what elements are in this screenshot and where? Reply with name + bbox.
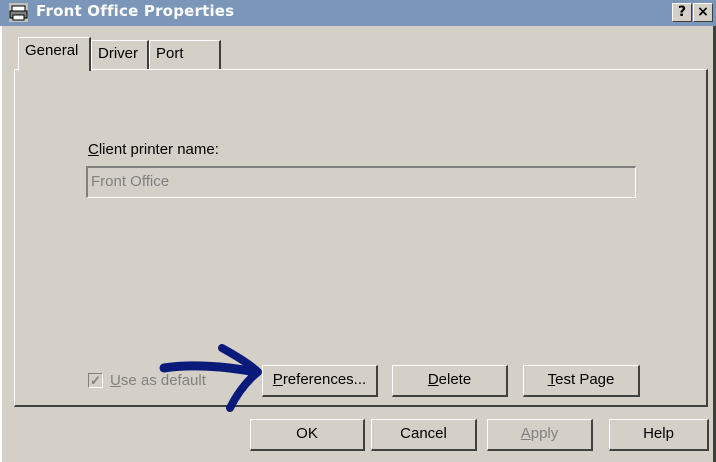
delete-button[interactable]: Delete: [392, 365, 508, 397]
printer-icon: [9, 3, 28, 22]
tab-driver[interactable]: Driver: [91, 40, 149, 69]
tab-port-label: Port: [156, 45, 184, 62]
test-page-button[interactable]: Test Page: [523, 365, 640, 397]
client-printer-name-label: Client printer name:: [88, 141, 219, 158]
annotation-arrow-icon: [159, 344, 262, 412]
apply-rest: pply: [530, 425, 559, 442]
tab-port[interactable]: Port: [149, 40, 221, 69]
tab-general-label: General: [25, 42, 79, 59]
preferences-button[interactable]: Preferences...: [262, 365, 378, 397]
help-dialog-button[interactable]: Help: [609, 419, 709, 451]
pref-rest: references...: [282, 371, 367, 388]
window-title: Front Office Properties: [36, 2, 235, 20]
apply-button[interactable]: Apply: [487, 419, 593, 451]
label-rest: lient printer name:: [98, 141, 219, 158]
label-accel: C: [88, 141, 99, 158]
apply-accel: A: [520, 425, 531, 442]
test-rest: est Page: [555, 371, 615, 388]
tab-driver-label: Driver: [98, 45, 138, 62]
del-accel: D: [427, 371, 439, 388]
del-rest: elete: [438, 371, 472, 388]
ok-button[interactable]: OK: [250, 419, 365, 451]
cancel-button[interactable]: Cancel: [371, 419, 477, 451]
help-button[interactable]: ?: [672, 3, 692, 22]
pref-accel: P: [272, 371, 283, 388]
close-button[interactable]: ×: [693, 3, 713, 22]
title-bar[interactable]: Front Office Properties ? ×: [0, 0, 716, 26]
tab-general[interactable]: General: [18, 37, 91, 71]
use-as-default-checkbox[interactable]: ✓: [88, 373, 103, 388]
general-tab-panel: [14, 69, 708, 407]
client-printer-name-field[interactable]: Front Office: [86, 166, 636, 198]
chk-accel: U: [110, 372, 121, 389]
window-frame-left: [0, 26, 2, 462]
